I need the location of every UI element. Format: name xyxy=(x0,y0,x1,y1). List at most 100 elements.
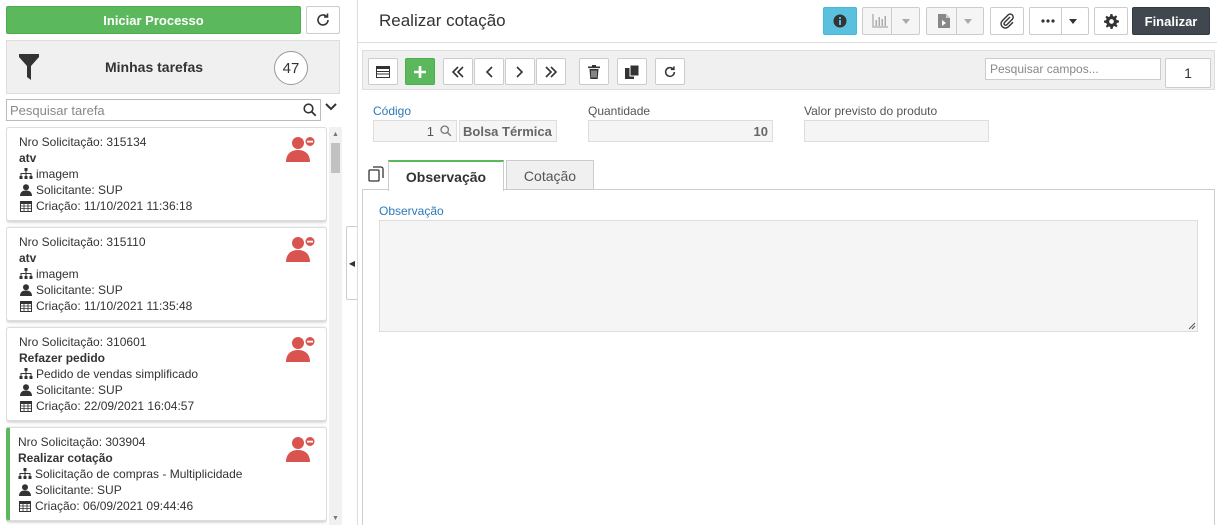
task-created: Criação: 11/10/2021 11:36:18 xyxy=(36,199,193,213)
finish-button[interactable]: Finalizar xyxy=(1132,7,1210,35)
document-export-icon xyxy=(938,14,950,28)
info-icon xyxy=(833,14,847,28)
task-requester: Solicitante: SUP xyxy=(35,483,122,497)
task-requester: Solicitante: SUP xyxy=(36,183,123,197)
filter-icon[interactable] xyxy=(19,54,39,80)
task-created: Criação: 11/10/2021 11:35:48 xyxy=(36,299,193,313)
table-icon xyxy=(376,65,390,78)
task-process: imagem xyxy=(36,167,79,181)
codigo-value: 1 xyxy=(426,123,434,139)
user-blocked-icon xyxy=(286,436,316,462)
task-request-number: Nro Solicitação: 303904 xyxy=(18,435,146,449)
scroll-down-arrow-icon[interactable]: ▼ xyxy=(329,513,342,525)
process-tree-icon xyxy=(19,368,33,379)
task-process: Solicitação de compras - Multiplicidade xyxy=(35,467,243,481)
app-root: Iniciar Processo Minhas tarefas 47 Pesqu… xyxy=(0,0,1217,525)
process-tree-icon xyxy=(18,468,32,479)
task-process-row: Pedido de vendas simplificado xyxy=(19,366,326,382)
resize-grip-icon[interactable] xyxy=(1188,322,1196,330)
observacao-textarea[interactable] xyxy=(379,220,1198,332)
chevron-down-icon[interactable] xyxy=(325,102,337,112)
double-chevron-right-icon xyxy=(545,65,558,78)
caret-down-icon xyxy=(902,18,910,24)
previous-record-button[interactable] xyxy=(474,58,504,85)
task-card-active[interactable]: Nro Solicitação: 303904 Realizar cotação… xyxy=(6,427,327,521)
task-list: Nro Solicitação: 315134 atv imagem Solic… xyxy=(6,127,327,525)
reload-form-button[interactable] xyxy=(655,58,685,85)
task-process: Pedido de vendas simplificado xyxy=(36,367,199,381)
user-blocked-icon xyxy=(286,336,316,362)
refresh-icon xyxy=(317,13,329,26)
task-created-row: Criação: 11/10/2021 11:36:18 xyxy=(19,198,326,214)
quantidade-field[interactable]: 10 xyxy=(588,120,773,142)
user-icon xyxy=(20,184,32,196)
task-created: Criação: 06/09/2021 09:44:46 xyxy=(35,499,194,513)
attachment-button[interactable] xyxy=(990,7,1024,35)
page-number-box[interactable]: 1 xyxy=(1165,58,1211,88)
tab-observacao[interactable]: Observação xyxy=(388,160,504,191)
task-created-row: Criação: 06/09/2021 09:44:46 xyxy=(18,498,326,514)
task-panel: Iniciar Processo Minhas tarefas 47 Pesqu… xyxy=(0,0,346,525)
grid-view-button[interactable] xyxy=(368,58,398,85)
task-card[interactable]: Nro Solicitação: 315110 atv imagem Solic… xyxy=(6,227,327,321)
more-dots-icon xyxy=(1041,19,1055,23)
document-dropdown-button[interactable] xyxy=(926,7,984,35)
task-card[interactable]: Nro Solicitação: 315134 atv imagem Solic… xyxy=(6,127,327,221)
next-record-button[interactable] xyxy=(505,58,535,85)
search-icon[interactable] xyxy=(440,125,452,137)
process-tree-icon xyxy=(19,168,33,179)
field-search-box xyxy=(985,58,1161,80)
task-requester: Solicitante: SUP xyxy=(36,383,123,397)
delete-record-button[interactable] xyxy=(579,58,609,85)
start-process-button[interactable]: Iniciar Processo xyxy=(6,6,301,34)
codigo-label: Código xyxy=(373,104,412,118)
task-requester-row: Solicitante: SUP xyxy=(18,482,326,498)
search-icon[interactable] xyxy=(300,103,320,117)
task-requester-row: Solicitante: SUP xyxy=(19,382,326,398)
last-record-button[interactable] xyxy=(536,58,566,85)
refresh-icon xyxy=(664,65,676,77)
task-process-row: Solicitação de compras - Multiplicidade xyxy=(18,466,326,482)
caret-down-icon xyxy=(1069,18,1077,24)
task-name: atv xyxy=(19,251,37,265)
valor-previsto-label: Valor previsto do produto xyxy=(804,104,938,118)
task-created: Criação: 22/09/2021 16:04:57 xyxy=(36,399,195,413)
task-card[interactable]: Nro Solicitação: 310601 Refazer pedido P… xyxy=(6,327,327,421)
task-created-row: Criação: 11/10/2021 11:35:48 xyxy=(19,298,326,314)
my-tasks-header[interactable]: Minhas tarefas 47 xyxy=(6,40,340,94)
more-actions-button[interactable] xyxy=(1029,7,1089,35)
user-icon xyxy=(19,484,31,496)
task-list-scrollbar[interactable]: ▲ ▼ xyxy=(329,127,342,525)
task-process-row: imagem xyxy=(19,266,326,282)
first-record-button[interactable] xyxy=(443,58,473,85)
calendar-icon xyxy=(19,501,31,512)
task-created-row: Criação: 22/09/2021 16:04:57 xyxy=(19,398,326,414)
duplicate-record-button[interactable] xyxy=(617,58,647,85)
tab-cotacao[interactable]: Cotação xyxy=(506,160,594,190)
refresh-tasks-button[interactable] xyxy=(306,6,340,34)
info-button[interactable] xyxy=(823,7,857,35)
observacao-label: Observação xyxy=(379,204,444,218)
scrollbar-thumb[interactable] xyxy=(331,143,340,173)
scroll-up-arrow-icon[interactable]: ▲ xyxy=(329,129,342,141)
copy-icon xyxy=(625,64,639,79)
task-name: Realizar cotação xyxy=(18,451,113,465)
calendar-icon xyxy=(20,201,32,212)
copy-tab-icon[interactable] xyxy=(368,166,384,182)
task-request-number: Nro Solicitação: 315110 xyxy=(19,235,146,249)
form-toolbar: 1 xyxy=(362,50,1215,90)
settings-button[interactable] xyxy=(1094,7,1128,35)
task-count-badge: 47 xyxy=(274,51,308,85)
separator xyxy=(1061,7,1062,35)
add-record-button[interactable] xyxy=(405,58,435,85)
separator xyxy=(891,7,892,35)
task-search-input[interactable] xyxy=(7,100,300,120)
user-icon xyxy=(20,284,32,296)
task-requester-row: Solicitante: SUP xyxy=(19,282,326,298)
user-icon xyxy=(20,384,32,396)
task-requester-row: Solicitante: SUP xyxy=(19,182,326,198)
field-search-input[interactable] xyxy=(986,59,1160,79)
valor-previsto-field[interactable] xyxy=(804,120,989,142)
codigo-field[interactable]: 1 xyxy=(373,120,457,142)
user-blocked-icon xyxy=(286,236,316,262)
